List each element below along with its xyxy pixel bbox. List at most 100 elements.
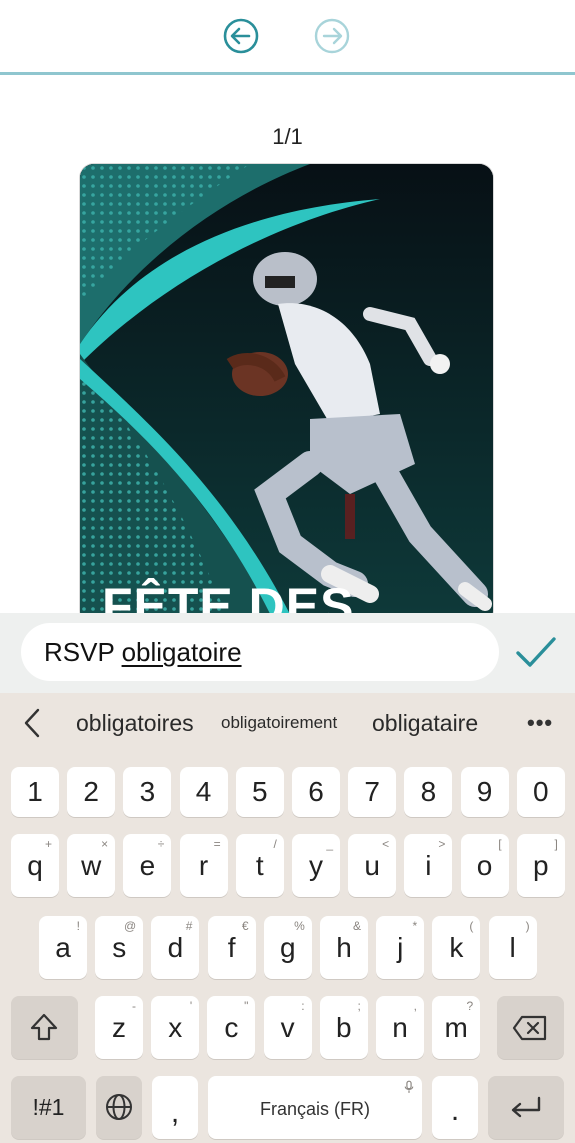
- suggestion-bar: obligatoires obligatoirement obligataire…: [0, 693, 575, 753]
- key-p[interactable]: p]: [516, 834, 565, 897]
- key-d[interactable]: d #: [151, 916, 200, 979]
- key-9[interactable]: 9: [460, 767, 509, 817]
- key-w-label: w: [81, 850, 102, 881]
- key-l-alt-symbol: ): [525, 919, 530, 933]
- key-s[interactable]: s @: [95, 916, 144, 979]
- redo-button[interactable]: [313, 17, 351, 55]
- symbols-key[interactable]: !#1: [11, 1076, 86, 1139]
- key-g[interactable]: g%: [263, 916, 312, 979]
- key-x-alt-symbol: ': [189, 999, 193, 1013]
- key-u[interactable]: u <: [348, 834, 397, 897]
- key-y[interactable]: y _: [292, 834, 340, 897]
- key-v-alt-symbol: :: [301, 999, 305, 1013]
- key-m-alt-symbol: ?: [466, 999, 474, 1013]
- shift-arrow-icon: [30, 1013, 58, 1041]
- suggestion-2[interactable]: obligatoirement: [221, 693, 337, 753]
- key-r[interactable]: r =: [179, 834, 228, 897]
- key-a-label: a: [55, 932, 71, 963]
- key-3-label: 3: [139, 776, 156, 807]
- key-f[interactable]: f €: [207, 916, 256, 979]
- key-8[interactable]: 8: [404, 767, 453, 817]
- key-p-label: p: [533, 850, 549, 881]
- comma-key[interactable]: ,: [152, 1076, 198, 1139]
- key-7[interactable]: 7: [348, 767, 397, 817]
- key-l[interactable]: l): [488, 916, 537, 979]
- period-key-label: .: [450, 1094, 460, 1127]
- key-t-alt-symbol: /: [273, 837, 277, 851]
- key-e-label: e: [139, 850, 156, 881]
- key-b-alt-symbol: ;: [357, 999, 361, 1013]
- key-n-label: n: [392, 1012, 408, 1043]
- enter-key[interactable]: [488, 1076, 564, 1139]
- key-t[interactable]: t /: [235, 834, 284, 897]
- text-input-field[interactable]: RSVP obligatoire: [21, 623, 499, 681]
- key-q-label: q: [27, 850, 43, 881]
- undo-arrow-icon: [223, 18, 259, 54]
- key-r-alt-symbol: =: [213, 837, 221, 851]
- key-0[interactable]: 0: [516, 767, 565, 817]
- key-m[interactable]: m?: [432, 996, 481, 1059]
- key-u-label: u: [364, 850, 380, 881]
- key-c-alt-symbol: ": [244, 999, 249, 1013]
- key-6[interactable]: 6: [292, 767, 340, 817]
- key-k[interactable]: k(: [432, 916, 481, 979]
- card-artwork: [80, 164, 493, 624]
- more-options-icon[interactable]: •••: [527, 710, 553, 736]
- key-5[interactable]: 5: [235, 767, 284, 817]
- backspace-key[interactable]: [497, 996, 564, 1059]
- key-i-alt-symbol: >: [438, 837, 446, 851]
- globe-icon: [106, 1094, 132, 1120]
- key-4[interactable]: 4: [179, 767, 228, 817]
- suggestion-3[interactable]: obligataire: [372, 693, 478, 753]
- key-e[interactable]: e ÷: [123, 834, 172, 897]
- undo-button[interactable]: [222, 17, 260, 55]
- key-x-label: x: [168, 1012, 183, 1043]
- key-b[interactable]: b;: [319, 996, 368, 1059]
- key-v[interactable]: v:: [263, 996, 312, 1059]
- key-c[interactable]: c ": [207, 996, 256, 1059]
- key-q[interactable]: q +: [11, 834, 59, 897]
- key-w-alt-symbol: ×: [101, 837, 109, 851]
- shift-key[interactable]: [11, 996, 78, 1059]
- language-key[interactable]: [96, 1076, 142, 1139]
- chevron-left-icon[interactable]: [20, 707, 46, 739]
- key-3[interactable]: 3: [123, 767, 172, 817]
- key-a[interactable]: a!: [39, 916, 87, 979]
- key-o[interactable]: o[: [460, 834, 509, 897]
- entry-prefix-text: RSVP: [44, 637, 122, 667]
- key-h[interactable]: h &: [320, 916, 368, 979]
- key-j-label: j: [397, 932, 404, 963]
- key-w[interactable]: w ×: [67, 834, 116, 897]
- key-o-alt-symbol: [: [498, 837, 502, 851]
- key-8-label: 8: [420, 776, 437, 807]
- key-q-alt-symbol: +: [44, 837, 52, 851]
- space-bar[interactable]: Français (FR): [208, 1076, 422, 1139]
- key-h-alt-symbol: &: [352, 919, 361, 933]
- key-j[interactable]: j *: [376, 916, 425, 979]
- invitation-card-preview[interactable]: FÊTE DES: [80, 164, 493, 624]
- key-o-label: o: [476, 850, 493, 881]
- key-i-label: i: [425, 850, 432, 881]
- key-z[interactable]: z-: [95, 996, 143, 1059]
- key-m-label: m: [444, 1012, 468, 1043]
- key-y-label: y: [309, 850, 323, 881]
- confirm-button[interactable]: [514, 633, 558, 673]
- suggestion-1[interactable]: obligatoires: [76, 693, 194, 753]
- key-1[interactable]: 1: [11, 767, 59, 817]
- key-r-label: r: [198, 850, 209, 881]
- key-a-alt-symbol: !: [76, 919, 80, 933]
- key-v-label: v: [280, 1012, 295, 1043]
- period-key[interactable]: .: [432, 1076, 478, 1139]
- key-y-alt-symbol: _: [326, 837, 333, 851]
- key-2[interactable]: 2: [67, 767, 116, 817]
- key-x[interactable]: x ': [151, 996, 200, 1059]
- key-s-label: s: [112, 932, 127, 963]
- key-z-alt-symbol: -: [132, 999, 136, 1013]
- key-s-alt-symbol: @: [124, 919, 137, 933]
- key-i[interactable]: i >: [404, 834, 453, 897]
- key-n[interactable]: n,: [376, 996, 424, 1059]
- backspace-icon: [512, 1015, 547, 1041]
- key-b-label: b: [336, 1012, 352, 1043]
- key-1-label: 1: [27, 776, 43, 807]
- key-n-alt-symbol: ,: [413, 999, 417, 1013]
